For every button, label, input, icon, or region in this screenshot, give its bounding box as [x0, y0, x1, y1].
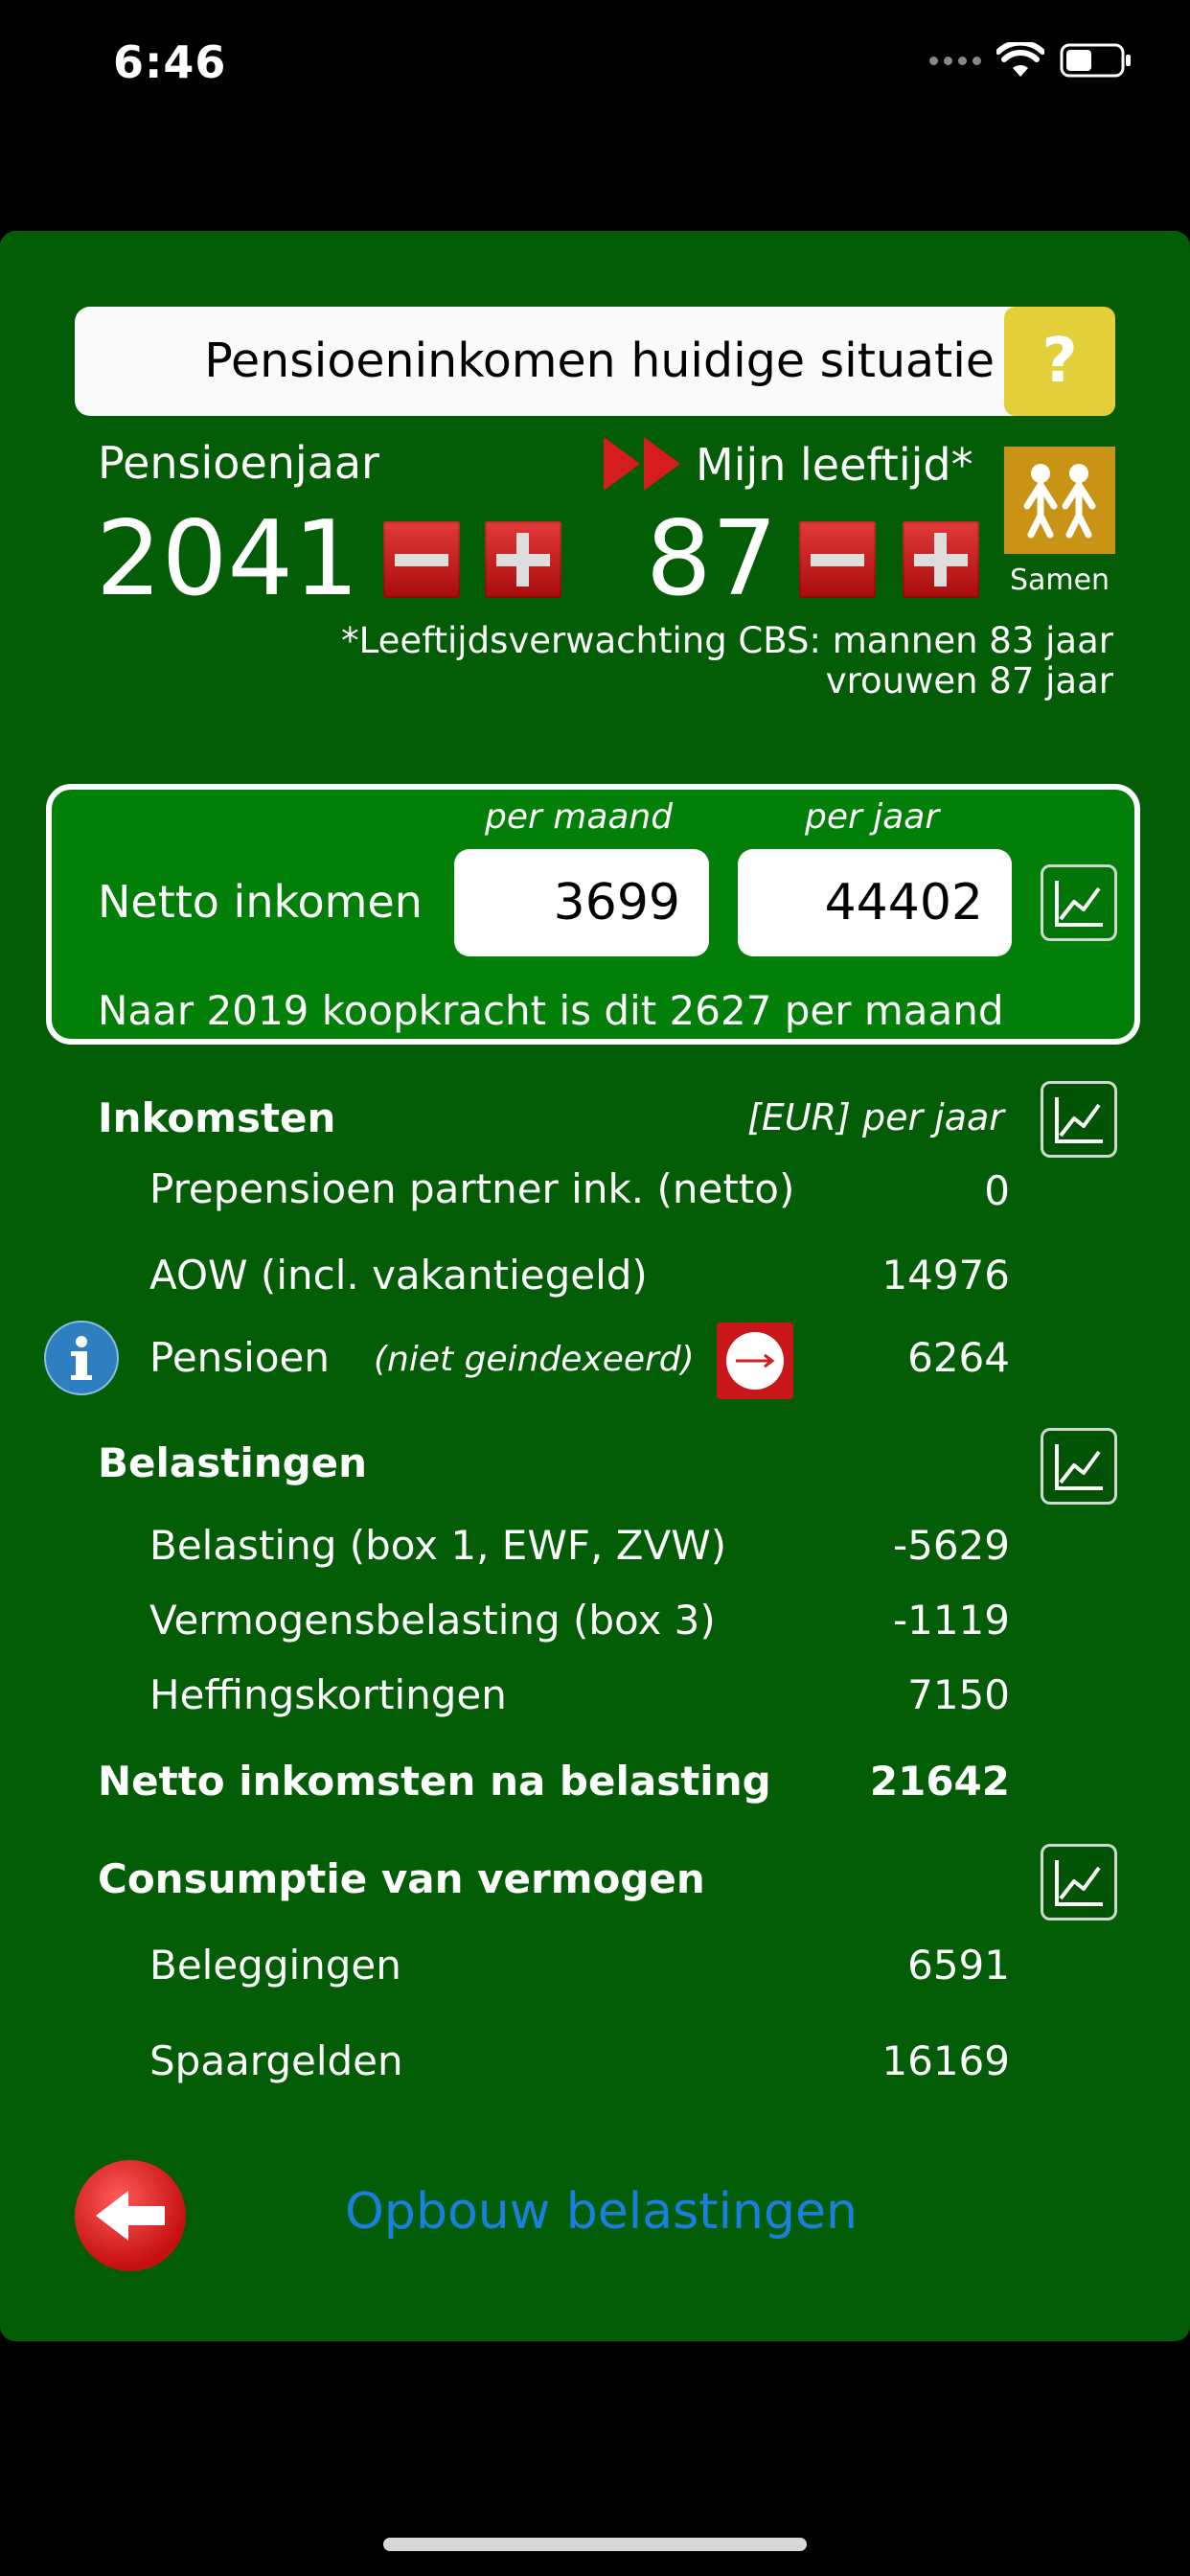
belastingen-row-value: -1119: [892, 1597, 1010, 1644]
consumptie-row-label: Beleggingen: [149, 1942, 401, 1989]
per-month-header: per maand: [485, 797, 674, 837]
pensioen-value: 6264: [907, 1334, 1010, 1381]
pensioen-note: (niet geindexeerd): [374, 1340, 695, 1379]
status-icons: [929, 42, 1133, 79]
inkomsten-row-label: Prepensioen partner ink. (netto): [149, 1165, 795, 1212]
age-value: 87: [646, 499, 778, 619]
fast-forward-icon: [604, 437, 680, 491]
page-title: Pensioeninkomen huidige situatie: [204, 334, 995, 388]
consumptie-row-label: Spaargelden: [149, 2037, 403, 2084]
info-icon[interactable]: [44, 1321, 119, 1395]
belastingen-chart-button[interactable]: [1041, 1428, 1117, 1505]
samen-label: Samen: [1009, 564, 1110, 597]
battery-icon: [1060, 43, 1131, 78]
back-button[interactable]: [75, 2160, 186, 2271]
per-year-header: per jaar: [805, 797, 940, 837]
belastingen-row-value: 7150: [907, 1671, 1010, 1718]
koopkracht-text: Naar 2019 koopkracht is dit 2627 per maa…: [98, 987, 1004, 1034]
pension-year-label: Pensioenjaar: [98, 437, 379, 489]
consumptie-row-value: 6591: [907, 1942, 1010, 1989]
line-chart-icon: [1055, 881, 1103, 927]
belastingen-row-label: Belasting (box 1, EWF, ZVW): [149, 1522, 727, 1569]
netto-na-belasting-label: Netto inkomsten na belasting: [98, 1758, 771, 1805]
couple-icon: [1023, 464, 1096, 539]
belastingen-title: Belastingen: [98, 1439, 368, 1486]
inkomsten-row-value: 0: [984, 1167, 1010, 1214]
wifi-icon: [996, 42, 1044, 77]
status-time: 6:46: [113, 36, 227, 88]
inkomsten-row-value: 14976: [881, 1252, 1010, 1299]
plus-icon: [496, 533, 550, 586]
line-chart-icon: [1055, 1860, 1103, 1906]
help-button[interactable]: ?: [1004, 307, 1115, 416]
arrow-left-icon: [96, 2191, 165, 2241]
belastingen-row-value: -5629: [892, 1522, 1010, 1569]
samen-button[interactable]: [1004, 447, 1115, 554]
netto-per-month-value: 3699: [454, 849, 709, 956]
pension-year-minus-button[interactable]: [383, 521, 460, 598]
age-plus-button[interactable]: [903, 521, 979, 598]
pensioen-label: Pensioen: [149, 1334, 330, 1381]
inkomsten-chart-button[interactable]: [1041, 1081, 1117, 1158]
inkomsten-unit: [EUR] per jaar: [747, 1096, 1004, 1138]
netto-chart-button[interactable]: [1041, 864, 1117, 941]
netto-inkomen-label: Netto inkomen: [98, 876, 423, 928]
age-minus-button[interactable]: [799, 521, 876, 598]
belastingen-row-label: Vermogensbelasting (box 3): [149, 1597, 716, 1644]
inkomsten-row-label: AOW (incl. vakantiegeld): [149, 1252, 648, 1299]
line-chart-icon: [1055, 1097, 1103, 1143]
cbs-line-2: vrouwen 87 jaar: [825, 660, 1113, 702]
consumptie-row-value: 16169: [881, 2037, 1010, 2084]
signal-dots-icon: [929, 56, 981, 65]
opbouw-belastingen-link[interactable]: Opbouw belastingen: [345, 2183, 858, 2241]
pension-year-value: 2041: [96, 499, 359, 619]
inkomsten-title: Inkomsten: [98, 1094, 336, 1141]
age-label: Mijn leeftijd*: [696, 439, 973, 491]
pension-year-plus-button[interactable]: [485, 521, 561, 598]
home-indicator[interactable]: [383, 2538, 807, 2551]
minus-icon: [395, 554, 448, 566]
plus-icon: [914, 533, 968, 586]
netto-per-year-value: 44402: [738, 849, 1012, 956]
belastingen-row-label: Heffingskortingen: [149, 1671, 507, 1718]
cbs-line-1: *Leeftijdsverwachting CBS: mannen 83 jaa…: [341, 620, 1113, 661]
consumptie-chart-button[interactable]: [1041, 1844, 1117, 1920]
line-chart-icon: [1055, 1444, 1103, 1490]
minus-icon: [811, 554, 864, 566]
netto-na-belasting-value: 21642: [869, 1758, 1010, 1805]
consumptie-title: Consumptie van vermogen: [98, 1855, 705, 1902]
